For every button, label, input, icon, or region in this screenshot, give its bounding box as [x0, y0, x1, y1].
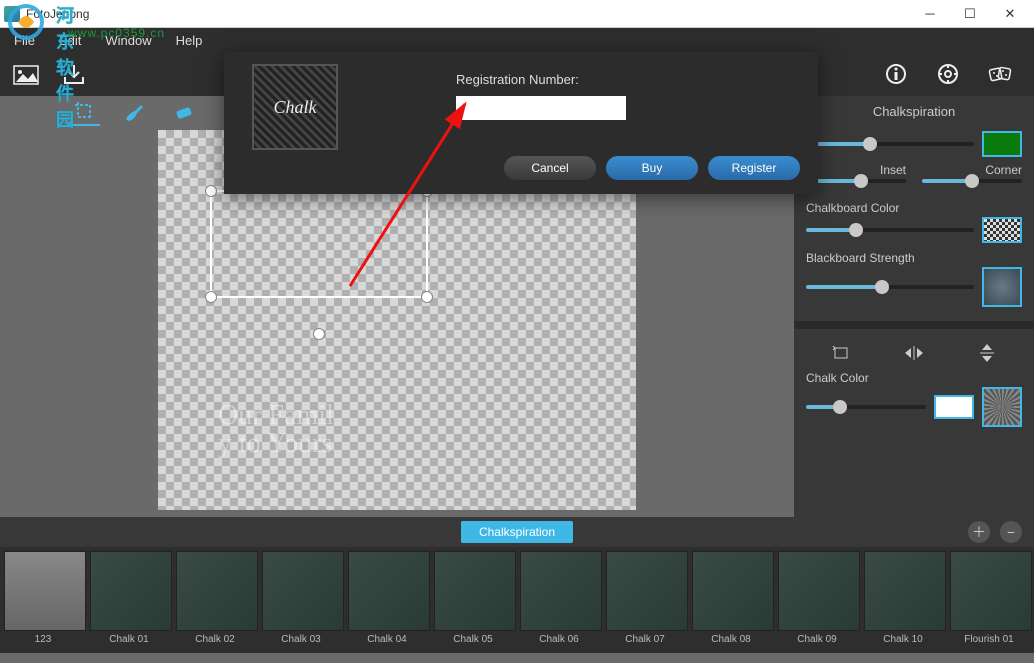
dialog-artwork: Chalk — [252, 64, 338, 150]
chalkboard-color-swatch[interactable] — [982, 217, 1022, 243]
chalkboard-color-label: Chalkboard Color — [806, 201, 1022, 215]
filmstrip: Chalkspiration ＋ − 123 Chalk 01 Chalk 02… — [0, 517, 1034, 653]
app-icon — [4, 6, 20, 22]
dice-icon[interactable] — [986, 60, 1014, 88]
minimize-button[interactable]: ─ — [910, 0, 950, 28]
crop-tool[interactable] — [68, 98, 100, 126]
thumb-label-3: Chalk 03 — [258, 631, 344, 648]
thumb-label-10: Chalk 10 — [860, 631, 946, 648]
help-icon[interactable] — [934, 60, 962, 88]
thumbnail-row[interactable] — [0, 547, 1034, 631]
thumb-label-11: Flourish 01 — [946, 631, 1032, 648]
registration-dialog: Chalk Registration Number: Cancel Buy Re… — [224, 52, 818, 194]
thumb-label-7: Chalk 07 — [602, 631, 688, 648]
add-preset-button[interactable]: ＋ — [968, 521, 990, 543]
inset-slider[interactable] — [806, 179, 906, 183]
selection-box[interactable] — [210, 190, 428, 298]
filmstrip-category[interactable]: Chalkspiration — [461, 521, 573, 543]
border-slider[interactable] — [806, 142, 974, 146]
handle-bottom[interactable] — [313, 328, 325, 340]
maximize-button[interactable]: ☐ — [950, 0, 990, 28]
buy-button[interactable]: Buy — [606, 156, 698, 180]
thumb-10[interactable] — [864, 551, 946, 631]
cancel-button[interactable]: Cancel — [504, 156, 596, 180]
save-button[interactable] — [60, 60, 88, 88]
chalk-color-label: Chalk Color — [806, 371, 1022, 385]
titlebar: FotoJet.png ─ ☐ ✕ — [0, 0, 1034, 28]
blackboard-strength-slider[interactable] — [806, 285, 974, 289]
handle-se[interactable] — [421, 291, 433, 303]
handle-sw[interactable] — [205, 291, 217, 303]
thumb-7[interactable] — [606, 551, 688, 631]
border-color-swatch[interactable] — [982, 131, 1022, 157]
thumb-6[interactable] — [520, 551, 602, 631]
open-image-button[interactable] — [12, 60, 40, 88]
thumb-label-2: Chalk 02 — [172, 631, 258, 648]
thumb-0[interactable] — [4, 551, 86, 631]
handle-nw[interactable] — [205, 185, 217, 197]
thumb-8[interactable] — [692, 551, 774, 631]
thumb-9[interactable] — [778, 551, 860, 631]
rotate-icon[interactable] — [827, 343, 855, 363]
panel-title: Chalkspiration — [794, 100, 1034, 129]
menu-edit[interactable]: Edit — [49, 31, 91, 50]
canvas-text-2: y to Yours — [218, 428, 332, 460]
blackboard-strength-label: Blackboard Strength — [806, 251, 1022, 265]
window-title: FotoJet.png — [26, 7, 910, 21]
menu-file[interactable]: File — [4, 31, 45, 50]
thumb-4[interactable] — [348, 551, 430, 631]
close-button[interactable]: ✕ — [990, 0, 1030, 28]
thumb-label-4: Chalk 04 — [344, 631, 430, 648]
thumb-1[interactable] — [90, 551, 172, 631]
menu-help[interactable]: Help — [166, 31, 213, 50]
blackboard-texture-swatch[interactable] — [982, 267, 1022, 307]
thumb-label-8: Chalk 08 — [688, 631, 774, 648]
thumb-11[interactable] — [950, 551, 1032, 631]
corner-slider[interactable] — [922, 179, 1022, 183]
properties-panel: Chalkspiration Inset Corner Chalkboard C… — [794, 96, 1034, 517]
thumb-3[interactable] — [262, 551, 344, 631]
flip-horizontal-icon[interactable] — [900, 343, 928, 363]
thumb-label-9: Chalk 09 — [774, 631, 860, 648]
thumb-5[interactable] — [434, 551, 516, 631]
menubar: File Edit Window Help — [0, 28, 1034, 52]
thumb-label-5: Chalk 05 — [430, 631, 516, 648]
thumb-label-1: Chalk 01 — [86, 631, 172, 648]
panel-separator — [794, 321, 1034, 329]
menu-window[interactable]: Window — [95, 31, 161, 50]
registration-label: Registration Number: — [456, 72, 579, 87]
thumb-2[interactable] — [176, 551, 258, 631]
eraser-tool[interactable] — [168, 98, 200, 126]
chalk-color-swatch[interactable] — [934, 395, 974, 419]
thumb-label-0: 123 — [0, 631, 86, 648]
brush-tool[interactable] — [118, 98, 150, 126]
thumb-label-6: Chalk 06 — [516, 631, 602, 648]
chalkboard-color-slider[interactable] — [806, 228, 974, 232]
chalk-texture-swatch[interactable] — [982, 387, 1022, 427]
registration-input[interactable] — [456, 96, 626, 120]
remove-preset-button[interactable]: − — [1000, 521, 1022, 543]
info-icon[interactable] — [882, 60, 910, 88]
flip-vertical-icon[interactable] — [973, 343, 1001, 363]
register-button[interactable]: Register — [708, 156, 800, 180]
chalk-color-slider[interactable] — [806, 405, 926, 409]
